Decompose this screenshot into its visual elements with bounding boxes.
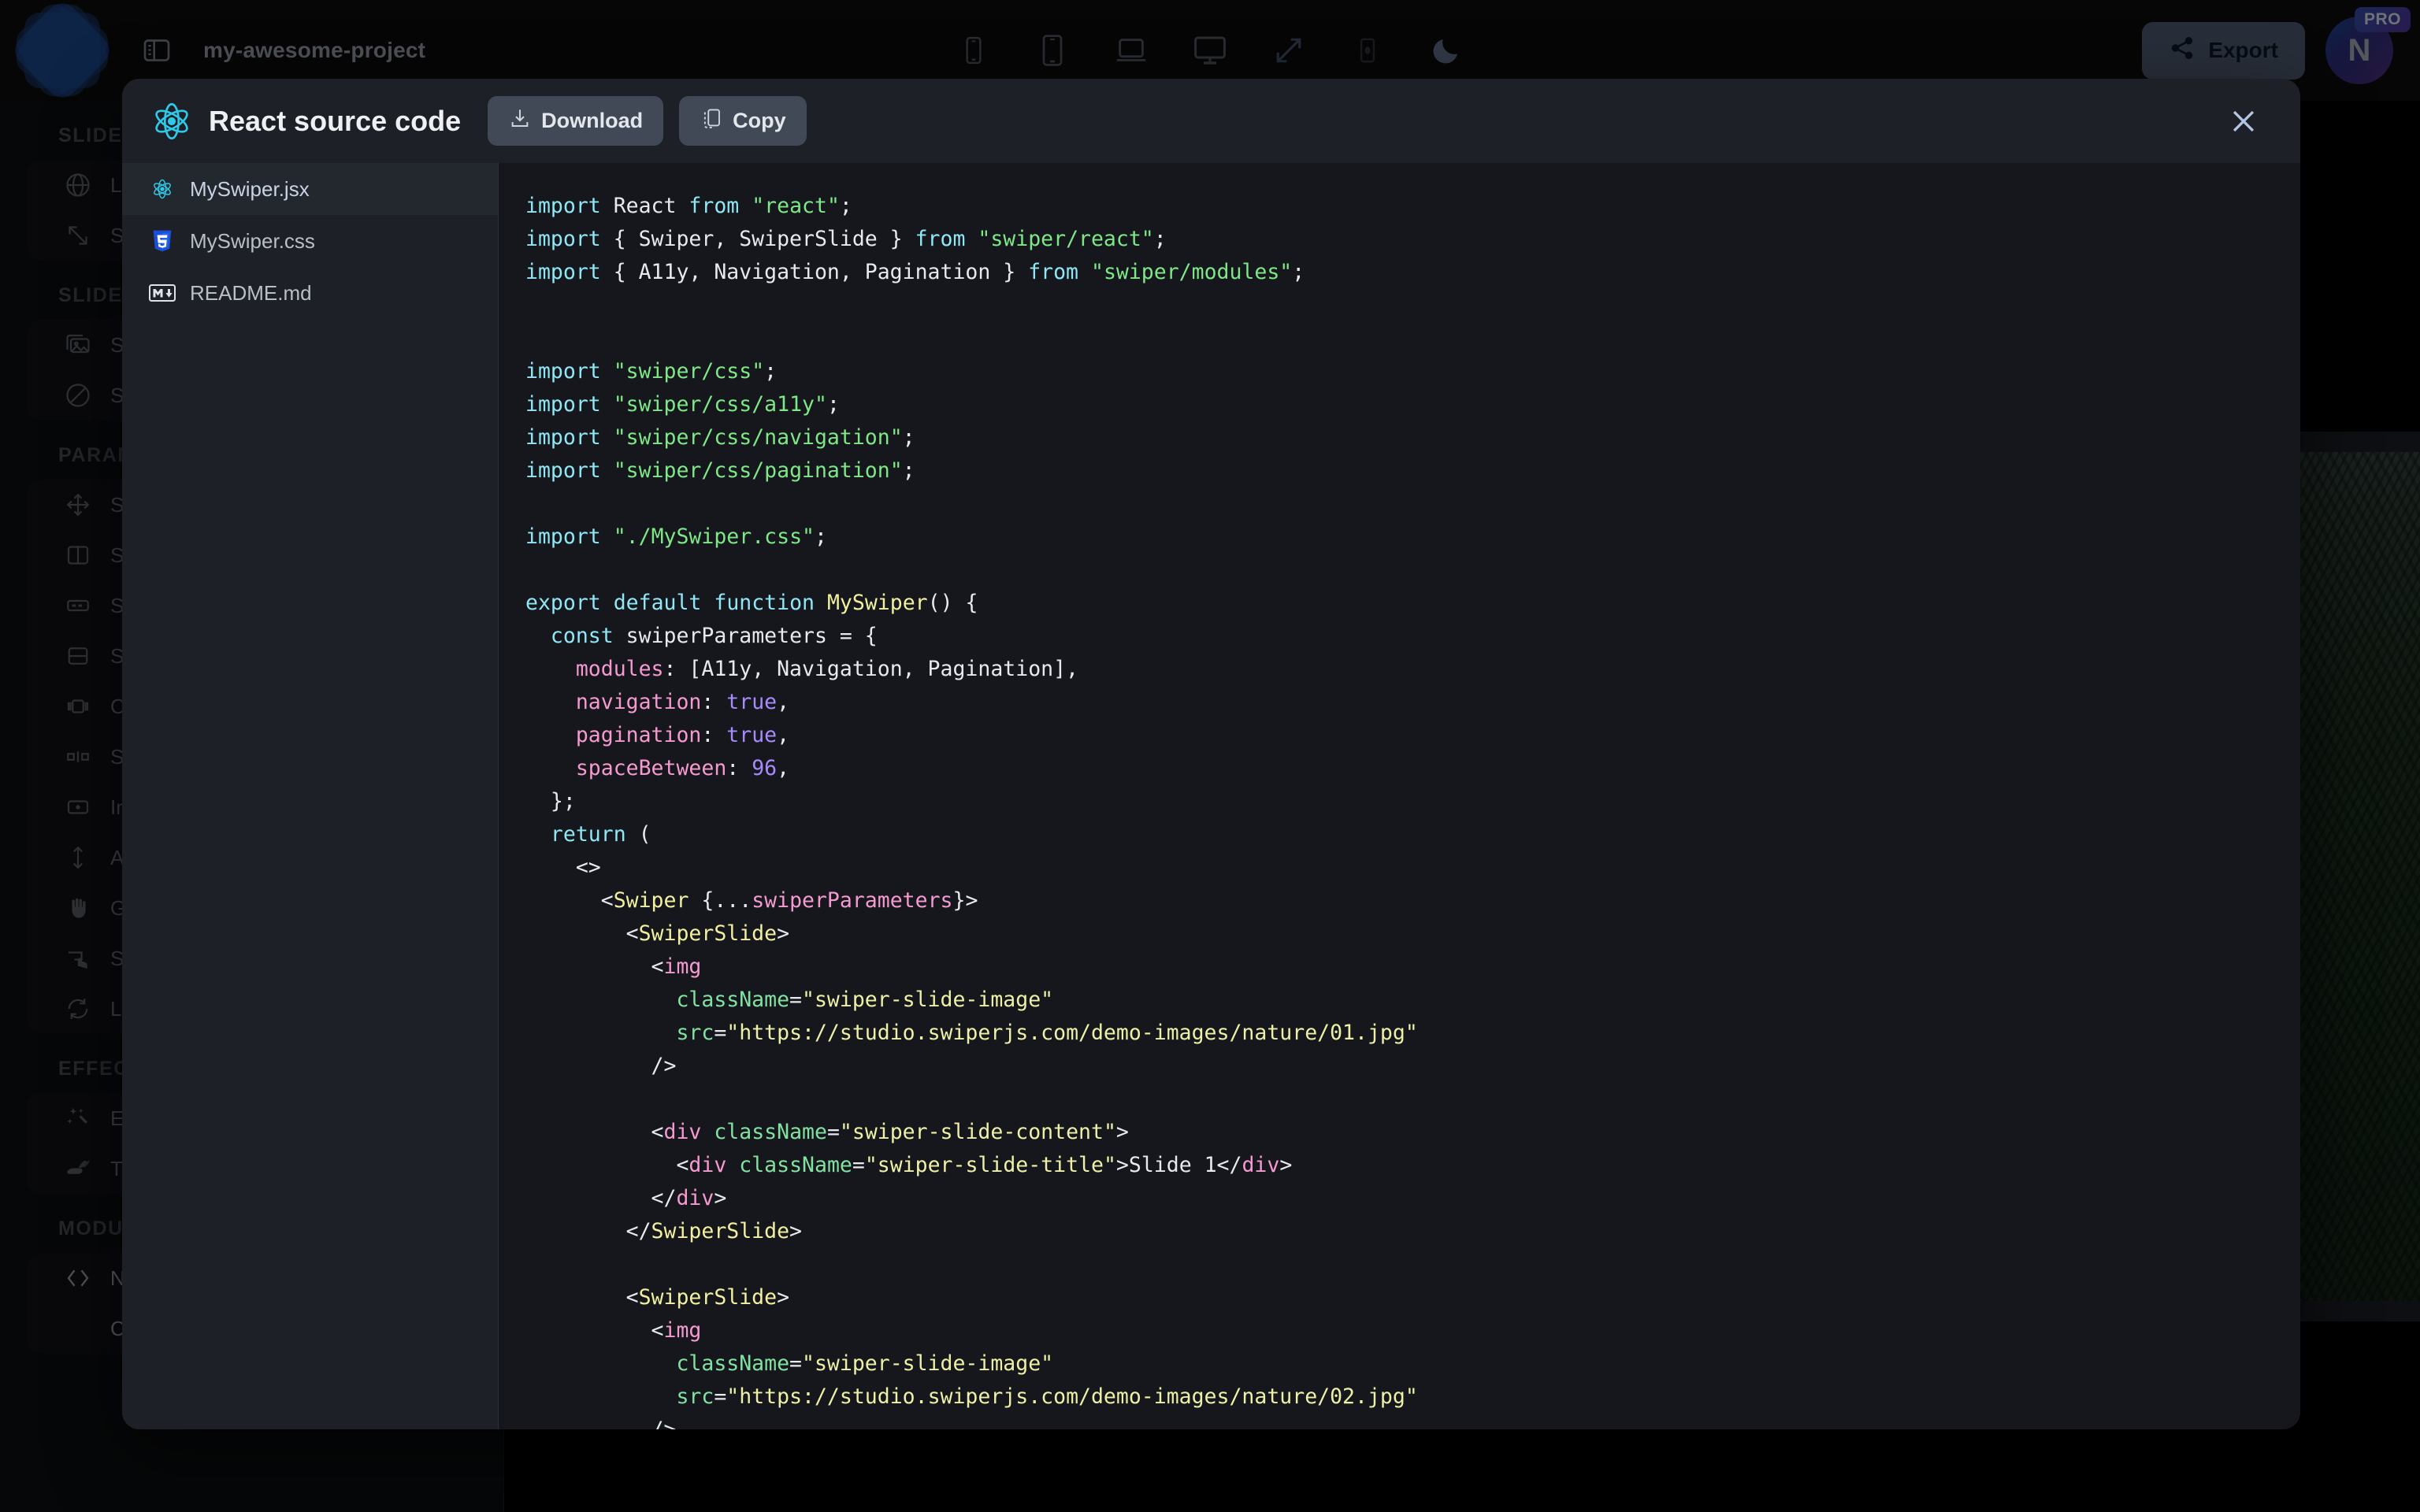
- file-item-label: MySwiper.css: [190, 228, 315, 253]
- file-item-label: README.md: [190, 280, 312, 305]
- file-list: MySwiper.jsx MySwiper.css README.md: [122, 163, 499, 1429]
- css3-file-icon: [149, 228, 176, 254]
- copy-icon: [700, 106, 723, 135]
- close-icon[interactable]: [2218, 96, 2269, 146]
- react-icon: [149, 98, 195, 144]
- modal-title: React source code: [209, 104, 462, 137]
- code-content: import React from "react"; import { Swip…: [525, 194, 1418, 1429]
- file-item-readme-md[interactable]: README.md: [122, 267, 498, 319]
- modal-body: MySwiper.jsx MySwiper.css README.md impo…: [122, 163, 2300, 1429]
- download-button[interactable]: Download: [488, 96, 664, 146]
- react-file-icon: [149, 176, 176, 202]
- copy-button[interactable]: Copy: [679, 96, 807, 146]
- code-viewer[interactable]: import React from "react"; import { Swip…: [499, 163, 2300, 1429]
- file-item-myswiper-jsx[interactable]: MySwiper.jsx: [122, 163, 498, 215]
- copy-button-label: Copy: [733, 109, 786, 132]
- modal-header: React source code Download Copy: [122, 79, 2300, 163]
- download-icon: [508, 106, 532, 135]
- download-button-label: Download: [541, 109, 644, 132]
- file-item-label: MySwiper.jsx: [190, 176, 310, 201]
- file-item-myswiper-css[interactable]: MySwiper.css: [122, 215, 498, 267]
- markdown-file-icon: [149, 280, 176, 306]
- react-source-code-modal: React source code Download Copy MySwiper…: [122, 79, 2300, 1429]
